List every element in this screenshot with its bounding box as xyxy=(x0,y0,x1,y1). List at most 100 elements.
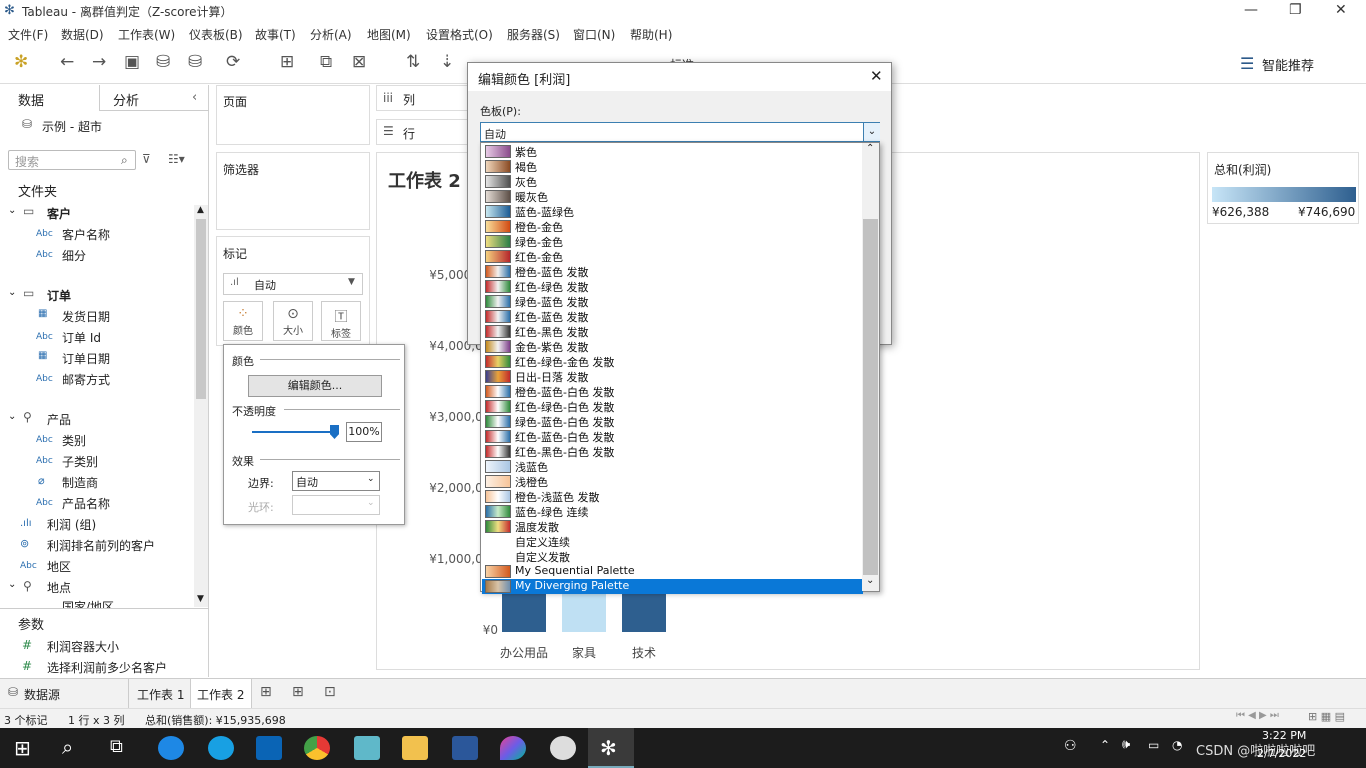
menu-dashboard[interactable]: 仪表板(B) xyxy=(189,26,243,43)
field-product-name[interactable]: 产品名称 xyxy=(62,495,110,512)
outlook-icon[interactable] xyxy=(256,736,282,760)
field-manufacturer[interactable]: 制造商 xyxy=(62,474,98,491)
menu-worksheet[interactable]: 工作表(W) xyxy=(118,26,175,43)
palette-option[interactable]: 红色-绿色-白色 发散 xyxy=(482,399,863,414)
group-product[interactable]: 产品 xyxy=(47,411,71,428)
redo-icon[interactable]: → xyxy=(92,52,106,72)
expand-chevron-icon[interactable]: ⌄ xyxy=(8,205,16,216)
tab-data[interactable]: 数据 xyxy=(18,90,44,109)
field-ship-date[interactable]: 发货日期 xyxy=(62,308,110,325)
edit-colors-button[interactable]: 编辑颜色... xyxy=(248,375,382,397)
field-order-date[interactable]: 订单日期 xyxy=(62,350,110,367)
sheet-tab-2[interactable]: 工作表 2 xyxy=(190,679,252,708)
sheet-nav-icons[interactable]: ⏮ ◀ ▶ ⏭ xyxy=(1236,710,1279,721)
menu-analysis[interactable]: 分析(A) xyxy=(310,26,352,43)
search-icon[interactable]: ⌕ xyxy=(62,735,73,759)
task-view-icon[interactable]: ⧉ xyxy=(110,736,123,757)
file-explorer-icon[interactable] xyxy=(402,736,428,760)
menu-window[interactable]: 窗口(N) xyxy=(573,26,615,43)
palette-option[interactable]: 褐色 xyxy=(482,159,863,174)
opacity-input[interactable]: 100% xyxy=(346,422,382,442)
scroll-down-icon[interactable]: ⌄ xyxy=(866,575,874,586)
expand-chevron-icon[interactable]: ⌄ xyxy=(8,411,16,422)
undo-icon[interactable]: ← xyxy=(60,52,74,72)
palette-option[interactable]: 紫色 xyxy=(482,144,863,159)
columns-shelf[interactable]: iii 列 xyxy=(376,85,468,111)
windows-start-icon[interactable]: ⊞ xyxy=(14,736,31,760)
field-country[interactable]: 国家/地区 xyxy=(62,598,114,608)
group-location[interactable]: 地点 xyxy=(47,579,71,596)
opacity-slider-thumb[interactable] xyxy=(330,425,339,439)
new-datasource-icon[interactable]: ⛁ xyxy=(156,52,170,72)
field-order-id[interactable]: 订单 Id xyxy=(62,329,101,346)
palette-option[interactable]: 金色-紫色 发散 xyxy=(482,339,863,354)
palette-combobox[interactable]: 自动 ⌄ xyxy=(480,122,880,142)
field-segment[interactable]: 细分 xyxy=(62,247,86,264)
palette-option[interactable]: 蓝色-蓝绿色 xyxy=(482,204,863,219)
palette-option[interactable]: 温度发散 xyxy=(482,519,863,534)
filters-shelf[interactable]: 筛选器 xyxy=(216,152,370,230)
menu-server[interactable]: 服务器(S) xyxy=(507,26,560,43)
scroll-up-icon[interactable]: ▲ xyxy=(197,205,204,215)
rows-shelf[interactable]: ☰ 行 xyxy=(376,119,468,145)
palette-option[interactable]: 红色-黑色 发散 xyxy=(482,324,863,339)
view-mode-icons[interactable]: ⊞ ▦ ▤ xyxy=(1308,710,1345,723)
chrome-icon[interactable] xyxy=(304,736,330,760)
palette-option[interactable]: 日出-日落 发散 xyxy=(482,369,863,384)
scroll-up-icon[interactable]: ⌃ xyxy=(866,143,874,154)
restore-icon[interactable]: ❐ xyxy=(1289,2,1302,18)
field-category[interactable]: 类别 xyxy=(62,432,86,449)
volume-icon[interactable]: 🕪 xyxy=(1122,737,1130,752)
label-button[interactable]: 🅃 标签 xyxy=(321,301,361,341)
palette-option[interactable]: 橙色-蓝色-白色 发散 xyxy=(482,384,863,399)
menu-format[interactable]: 设置格式(O) xyxy=(426,26,493,43)
palette-option[interactable]: 浅橙色 xyxy=(482,474,863,489)
field-customer-name[interactable]: 客户名称 xyxy=(62,226,110,243)
palette-option[interactable]: 绿色-蓝色 发散 xyxy=(482,294,863,309)
save-icon[interactable]: ▣ xyxy=(124,52,140,72)
mark-type-dropdown[interactable]: .ıl 自动 ▼ xyxy=(223,273,363,295)
search-input[interactable]: 搜索 ⌕ xyxy=(8,150,136,170)
tableau-home-icon[interactable]: ✻ xyxy=(14,52,28,72)
param-top-n-customers[interactable]: 选择利润前多少名客户 xyxy=(47,659,167,676)
palette-option[interactable]: 红色-绿色 发散 xyxy=(482,279,863,294)
new-worksheet-icon[interactable]: ⊞ xyxy=(280,52,294,72)
palette-option[interactable]: 红色-蓝色-白色 发散 xyxy=(482,429,863,444)
palette-option[interactable]: 绿色-蓝色-白色 发散 xyxy=(482,414,863,429)
close-window-icon[interactable]: ✕ xyxy=(1335,2,1347,18)
view-options-icon[interactable]: ☷▾ xyxy=(168,152,185,166)
tableau-taskbar-button[interactable]: ✻ xyxy=(588,728,634,768)
expand-chevron-icon[interactable]: ⌄ xyxy=(8,287,16,298)
dialog-close-icon[interactable]: ✕ xyxy=(870,67,883,85)
palette-option[interactable]: 暖灰色 xyxy=(482,189,863,204)
palette-option[interactable]: 红色-绿色-金色 发散 xyxy=(482,354,863,369)
datasource-name[interactable]: 示例 - 超市 xyxy=(42,118,102,135)
group-customer[interactable]: 客户 xyxy=(47,205,71,222)
balloon-app-icon[interactable] xyxy=(500,736,526,760)
new-worksheet-icon[interactable]: ⊞ xyxy=(260,684,272,700)
skype-icon[interactable] xyxy=(208,736,234,760)
people-icon[interactable]: ⚇ xyxy=(1064,738,1077,754)
size-button[interactable]: ⊙ 大小 xyxy=(273,301,313,341)
palette-option[interactable]: 橙色-金色 xyxy=(482,219,863,234)
pause-updates-icon[interactable]: ⛁ xyxy=(188,52,202,72)
field-top-customers[interactable]: 利润排名前列的客户 xyxy=(47,537,155,554)
collapse-pane-icon[interactable]: ‹ xyxy=(192,90,197,105)
menu-map[interactable]: 地图(M) xyxy=(367,26,411,43)
scroll-thumb[interactable] xyxy=(863,219,878,575)
border-select[interactable]: 自动 ⌄ xyxy=(292,471,380,491)
menu-help[interactable]: 帮助(H) xyxy=(630,26,672,43)
ie-icon[interactable] xyxy=(158,736,184,760)
palette-option[interactable]: 橙色-蓝色 发散 xyxy=(482,264,863,279)
palette-option[interactable]: 红色-黑色-白色 发散 xyxy=(482,444,863,459)
sheet-tab-1[interactable]: 工作表 1 xyxy=(128,679,190,708)
scroll-thumb[interactable] xyxy=(196,219,206,399)
data-pane-scrollbar[interactable]: ▲ ▼ xyxy=(194,205,208,607)
palette-option[interactable]: My Sequential Palette xyxy=(482,564,863,579)
palette-list-scrollbar[interactable]: ⌃ ⌄ xyxy=(862,143,879,591)
color-button[interactable]: ⁘ 颜色 xyxy=(223,301,263,341)
show-me-icon[interactable]: ☰ xyxy=(1240,54,1254,73)
filter-icon[interactable]: ⊽ xyxy=(142,152,151,166)
menu-data[interactable]: 数据(D) xyxy=(61,26,104,43)
field-subcategory[interactable]: 子类别 xyxy=(62,453,98,470)
